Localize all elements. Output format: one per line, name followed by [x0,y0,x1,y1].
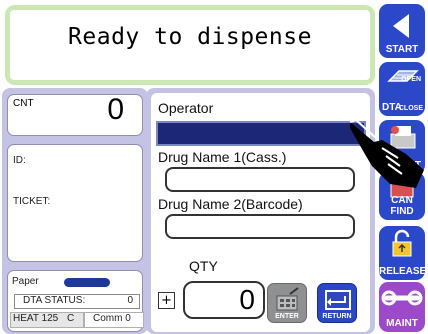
id-label: ID: [13,155,26,166]
release-button[interactable]: RELEASE [379,226,427,280]
dta-close-label: CLOSE [398,105,423,112]
comm-label: Comm 0 [93,313,131,324]
heat-label: HEAT 125 [13,313,59,324]
return-button[interactable]: RETURN [317,283,357,323]
keypad-icon [276,287,299,311]
ticket-info-box: ID: TICKET: [7,144,143,262]
unlock-icon [392,229,412,257]
can-find-label: CAN FIND [390,195,414,217]
qty-label: QTY [189,258,218,274]
heat-unit: C [67,313,75,324]
status-box: Paper DTA STATUS: 0 HEAT 125 C Comm 0 [7,270,144,332]
return-label: RETURN [322,313,352,320]
return-arrow-icon [325,290,351,310]
qty-value: 0 [239,284,255,315]
drug-name-2-input[interactable] [165,214,355,239]
dta-status-value: 0 [127,295,133,306]
dta-status-field: DTA STATUS: 0 [14,294,140,309]
comm-field: Comm 0 [84,312,144,328]
qty-field[interactable]: 0 [183,281,265,319]
drug-name-2-label: Drug Name 2(Barcode) [158,196,303,212]
counter-box: CNT 0 [7,93,143,136]
dta-open-label: OPEN [401,76,421,83]
paper-level-bar [64,278,110,287]
start-label: START [385,44,419,55]
heat-field: HEAT 125 C [10,312,84,328]
drug-name-1-input[interactable] [165,167,355,192]
ticket-label: TICKET: [13,196,51,207]
triangle-left-icon [393,14,409,38]
enter-button[interactable]: ENTER [267,283,307,323]
dta-status-label: DTA STATUS: [23,295,86,306]
message-panel: Ready to dispense [5,5,375,85]
maint-label: MAINT [386,318,418,329]
drug-name-1-label: Drug Name 1(Cass.) [158,149,287,165]
wrench-icon [381,290,423,306]
paper-label: Paper [12,276,39,287]
hand-pointer-icon [349,118,424,188]
operator-label: Operator [158,100,214,116]
counter-value: 0 [107,93,124,126]
status-message: Ready to dispense [68,24,312,50]
enter-label: ENTER [275,313,299,320]
qty-plus-button[interactable]: + [158,292,175,309]
dta-open-close-button[interactable]: OPEN DTA CLOSE [379,62,425,116]
start-button[interactable]: START [379,4,425,58]
message-display: Ready to dispense [10,10,370,80]
counter-label: CNT [13,98,34,109]
release-label: RELEASE [379,266,427,277]
operator-input[interactable] [156,121,366,146]
maint-button[interactable]: MAINT [379,282,425,332]
